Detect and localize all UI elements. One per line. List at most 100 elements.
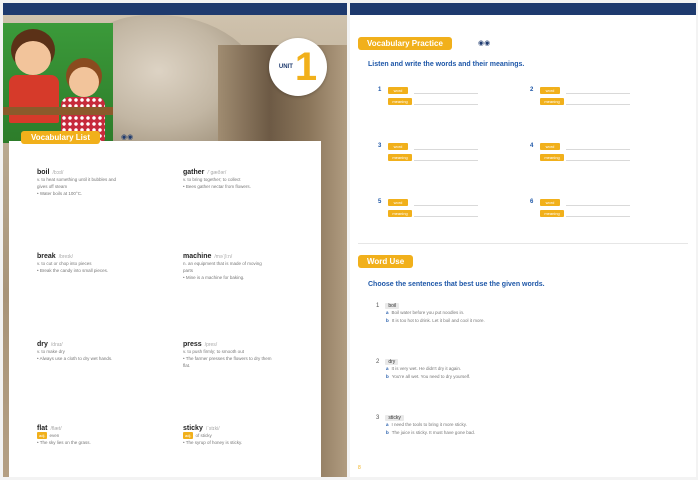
boy-head	[15, 41, 51, 75]
vocab-example: • Bees gather nectar from flowers.	[183, 184, 251, 189]
unit-label: UNIT	[278, 64, 293, 70]
vocab-example: • The farmer presses the flowers to dry …	[183, 356, 272, 361]
vocab-entry: break/breɪk/ v. to cut or chop into piec…	[37, 253, 167, 274]
answer-option[interactable]: b It is too hot to drink. Let it boil and…	[386, 317, 676, 325]
right-page: Vocabulary Practice ◉◉ Listen and write …	[350, 3, 696, 477]
word-label: word	[388, 87, 408, 94]
vocabulary-list-title: Vocabulary List	[21, 131, 100, 144]
practice-item: 4 word meaning	[530, 143, 670, 183]
word-use-question: 1 boil a Boil water before you put noodles…	[376, 303, 676, 325]
book-spread: UNIT 1 boil/bɔɪl/ v. to heat something u…	[0, 0, 698, 480]
audio-track-icon[interactable]: ◉◉	[478, 39, 502, 48]
vocab-word: boil	[37, 169, 50, 176]
meaning-label: meaning	[540, 98, 564, 105]
answer-option[interactable]: a Boil water before you put noodles in.	[386, 309, 676, 317]
word-answer-line[interactable]	[566, 205, 630, 206]
vocab-example: flat.	[183, 363, 191, 368]
answer-option[interactable]: a It is very wet. He didn't dry it again.	[386, 365, 676, 373]
vocab-word: dry	[37, 341, 48, 348]
vocab-word: machine	[183, 253, 212, 260]
item-number: 4	[530, 143, 534, 149]
word-label: word	[388, 143, 408, 150]
word-answer-line[interactable]	[566, 93, 630, 94]
meaning-label: meaning	[388, 210, 412, 217]
practice-item: 5 word meaning	[378, 199, 518, 239]
answer-option[interactable]: b The juice is sticky. It must have gone …	[386, 429, 676, 437]
vocab-line: v. to push firmly; to smooth out	[183, 349, 244, 354]
meaning-answer-line[interactable]	[414, 216, 478, 217]
word-answer-line[interactable]	[414, 93, 478, 94]
word-answer-line[interactable]	[414, 149, 478, 150]
item-number: 6	[530, 199, 534, 205]
meaning-answer-line[interactable]	[566, 216, 630, 217]
question-number: 1	[376, 303, 380, 309]
kids-illustration	[3, 23, 113, 143]
vocab-line: of sticky	[195, 433, 212, 438]
boy-body	[9, 75, 59, 123]
vocab-entry: gather/ˈɡæðər/ v. to bring together; to …	[183, 169, 313, 190]
answer-option[interactable]: aI need the tools to bring it more stick…	[386, 421, 676, 429]
vocab-line: v. to cut or chop into pieces	[37, 261, 92, 266]
word-answer-line[interactable]	[414, 205, 478, 206]
practice-item: 1 word meaning	[378, 87, 518, 127]
vocab-example: • Water boils at 100°C.	[37, 191, 83, 196]
meaning-answer-line[interactable]	[414, 104, 478, 105]
vocab-entry: press/pres/ v. to push firmly; to smooth…	[183, 341, 313, 369]
vocab-entry: boil/bɔɪl/ v. to heat something until it…	[37, 169, 167, 197]
word-label: word	[540, 87, 560, 94]
vocab-line: v. to heat something until it bubbles an…	[37, 177, 116, 182]
question-number: 2	[376, 359, 380, 365]
vocab-entry: machine/məˈʃiːn/ n. an equipment that is…	[183, 253, 313, 281]
meaning-answer-line[interactable]	[566, 160, 630, 161]
vocab-example: • The syrup of honey is sticky.	[183, 440, 243, 445]
item-number: 5	[378, 199, 382, 205]
vocab-line: v. to make dry	[37, 349, 65, 354]
word-answer-line[interactable]	[566, 149, 630, 150]
vocab-word: sticky	[183, 425, 203, 432]
word-use-title: Word Use	[358, 255, 414, 268]
item-number: 1	[378, 87, 382, 93]
practice-item: 2 word meaning	[530, 87, 670, 127]
meaning-answer-line[interactable]	[566, 104, 630, 105]
audio-track-icon[interactable]: ◉◉	[121, 133, 145, 142]
vocabulary-list-panel: boil/bɔɪl/ v. to heat something until it…	[9, 141, 321, 477]
word-use-instruction: Choose the sentences that best use the g…	[368, 281, 545, 288]
vocab-entry: dry/draɪ/ v. to make dry • Always use a …	[37, 341, 167, 362]
vocab-entry: flat/flæt/ adj. even • The sky lies on th…	[37, 425, 167, 446]
practice-item: 6 word meaning	[530, 199, 670, 239]
vocab-line: gives off steam	[37, 184, 68, 189]
vocab-example: • The sky lies on the grass.	[37, 440, 91, 445]
meaning-answer-line[interactable]	[414, 160, 478, 161]
vocab-entry: sticky/ˈstɪki/ adj. of sticky • The syrup…	[183, 425, 313, 446]
meaning-label: meaning	[540, 210, 564, 217]
page-number: 8	[358, 465, 361, 471]
vocab-line: v. to bring together; to collect	[183, 177, 241, 182]
word-label: word	[540, 143, 560, 150]
vocab-example: • Always use a cloth to dry wet hands.	[37, 356, 113, 361]
vocab-word: press	[183, 341, 202, 348]
section-divider	[358, 243, 688, 244]
vocab-line: even	[49, 433, 60, 438]
practice-instruction: Listen and write the words and their mea…	[368, 61, 525, 68]
page-top-bar	[350, 3, 696, 15]
meaning-label: meaning	[540, 154, 564, 161]
practice-item: 3 word meaning	[378, 143, 518, 183]
girl-head	[69, 67, 99, 97]
vocab-line: n. an equipment that is made of moving	[183, 261, 262, 266]
item-number: 3	[378, 143, 382, 149]
item-number: 2	[530, 87, 534, 93]
vocab-word: break	[37, 253, 56, 260]
vocabulary-practice-title: Vocabulary Practice	[358, 37, 452, 50]
word-label: word	[540, 199, 560, 206]
fence	[3, 107, 113, 115]
part-of-speech-tag: adj.	[183, 432, 194, 439]
word-label: word	[388, 199, 408, 206]
left-page: UNIT 1 boil/bɔɪl/ v. to heat something u…	[3, 3, 347, 477]
part-of-speech-tag: adj.	[37, 432, 48, 439]
answer-option[interactable]: b You're all wet. You need to dry yoursel…	[386, 373, 676, 381]
unit-badge: UNIT 1	[269, 38, 327, 96]
unit-number: 1	[294, 45, 318, 89]
vocab-word: gather	[183, 169, 205, 176]
page-top-bar	[3, 3, 347, 15]
vocab-line: parts	[183, 268, 194, 273]
